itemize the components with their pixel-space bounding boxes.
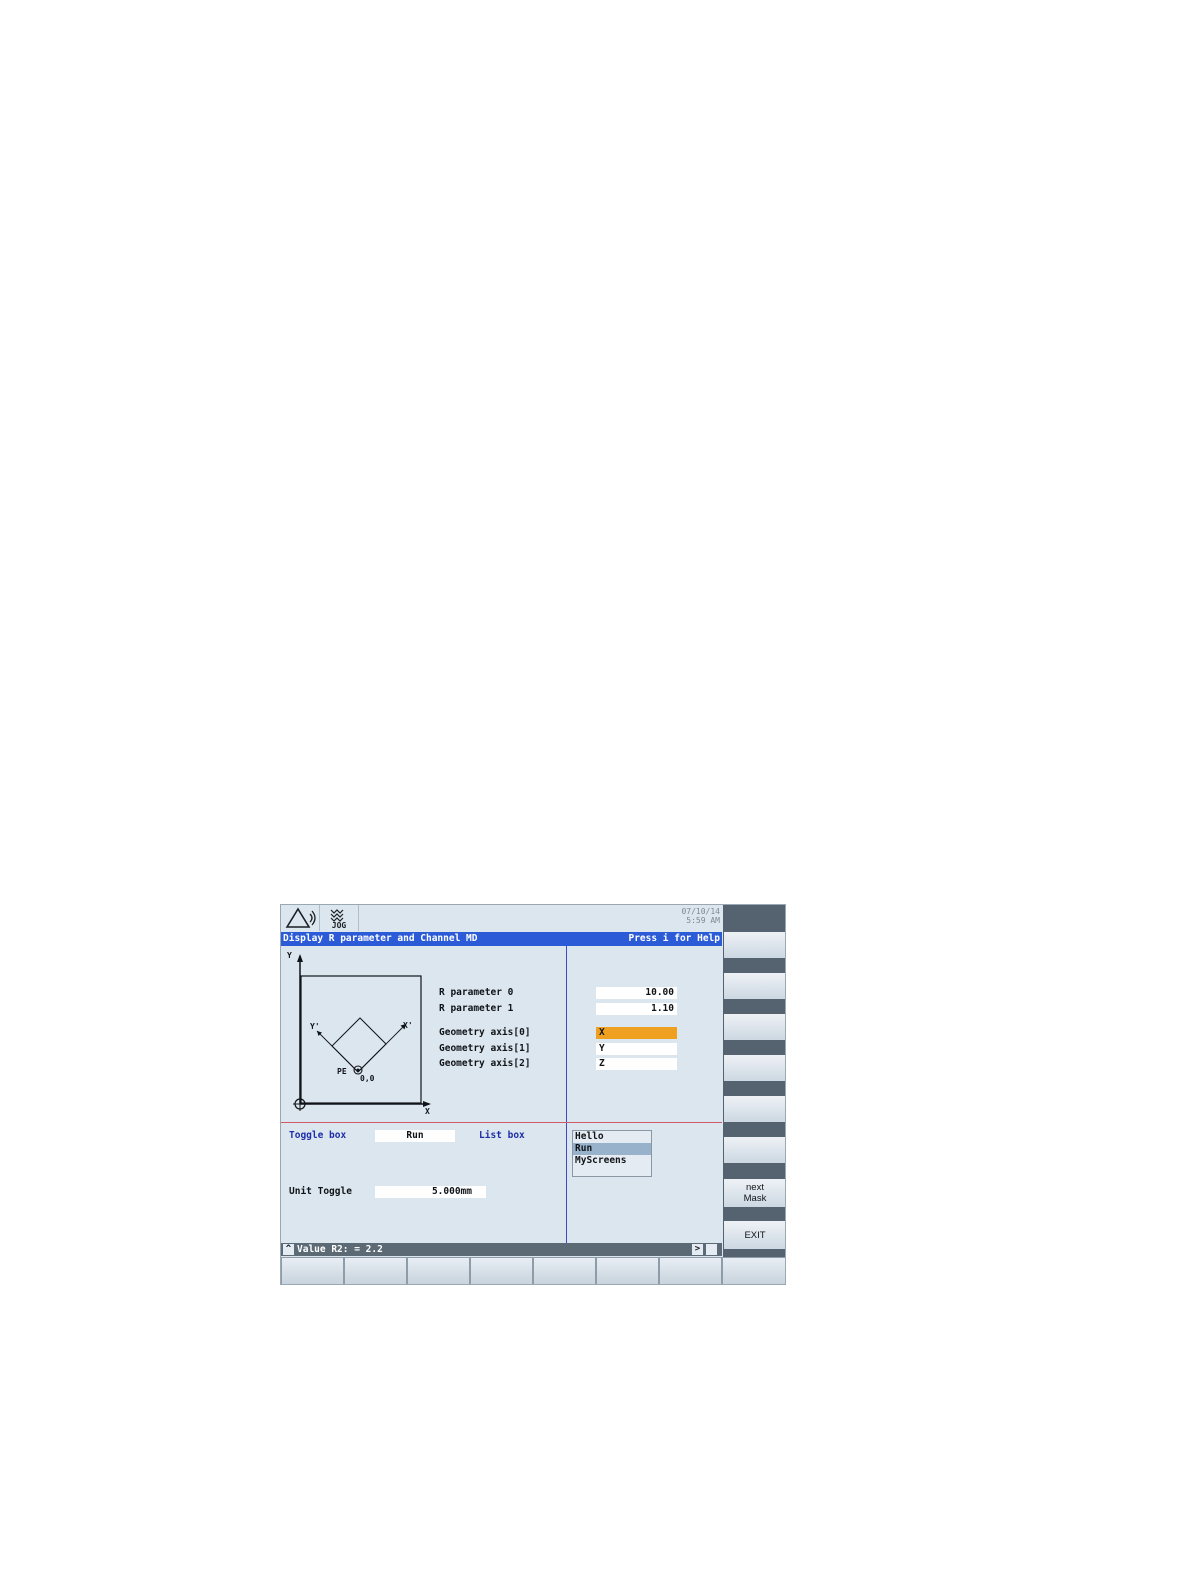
time-text: 5:59 AM: [686, 916, 720, 925]
list-item[interactable]: Hello: [573, 1131, 651, 1143]
content-area: Y X Y' X' PE 0,0 R parameter 0 R paramet…: [281, 946, 722, 1243]
horizontal-softkey-5[interactable]: [533, 1257, 596, 1284]
status-message: Value R2: = 2.2: [297, 1244, 383, 1255]
geometry-axis-0-label: Geometry axis[0]: [439, 1027, 531, 1038]
horizontal-softkey-3[interactable]: [407, 1257, 470, 1284]
y-axis-label: Y: [287, 951, 292, 960]
vertical-softkey-5[interactable]: [724, 1096, 785, 1122]
horizontal-softkey-1[interactable]: [281, 1257, 344, 1284]
x-axis-label: X: [425, 1107, 430, 1116]
status-next-button[interactable]: >: [692, 1244, 703, 1255]
list-box[interactable]: Hello Run MyScreens: [572, 1130, 652, 1177]
geometry-axis-1-label: Geometry axis[1]: [439, 1043, 531, 1054]
exit-softkey[interactable]: EXIT: [724, 1221, 785, 1249]
coordinate-diagram: [293, 954, 431, 1111]
date-text: 07/10/14: [681, 907, 720, 916]
vertical-softkey-6[interactable]: [724, 1137, 785, 1163]
geometry-axis-2-field[interactable]: Z: [596, 1058, 677, 1070]
r-param-0-field[interactable]: 10.00: [596, 987, 677, 999]
list-box-label: List box: [479, 1130, 525, 1141]
horizontal-softkey-4[interactable]: [470, 1257, 533, 1284]
horizontal-softkey-2[interactable]: [344, 1257, 407, 1284]
next-mask-label: next Mask: [743, 1182, 767, 1204]
geometry-axis-2-label: Geometry axis[2]: [439, 1058, 531, 1069]
vertical-softkey-2[interactable]: [724, 973, 785, 999]
datetime: 07/10/14 5:59 AM: [660, 907, 720, 925]
exit-label: EXIT: [744, 1229, 766, 1241]
status-aux-button[interactable]: [706, 1244, 717, 1255]
vertical-softkey-4[interactable]: [724, 1055, 785, 1081]
scroll-up-button[interactable]: ^: [283, 1244, 294, 1255]
jog-mode-icon: [330, 909, 344, 922]
header-bar: JOG 07/10/14 5:59 AM: [281, 905, 722, 932]
x-prime-label: X': [403, 1021, 413, 1030]
list-item-selected[interactable]: Run: [573, 1143, 651, 1155]
vertical-softkey-3[interactable]: [724, 1014, 785, 1040]
alarm-triangle-icon: [285, 907, 316, 928]
next-mask-softkey[interactable]: next Mask: [724, 1179, 785, 1207]
jog-mode-box[interactable]: JOG: [320, 905, 359, 931]
origin-label: 0,0: [360, 1074, 375, 1083]
toggle-box-label: Toggle box: [289, 1130, 347, 1141]
hmi-screen: JOG 07/10/14 5:59 AM Display R parameter…: [280, 904, 786, 1285]
horizontal-softkey-7[interactable]: [659, 1257, 722, 1284]
horizontal-softkey-6[interactable]: [596, 1257, 659, 1284]
mode-label: JOG: [331, 921, 347, 930]
help-hint: Press i for Help: [628, 933, 720, 944]
r-param-1-label: R parameter 1: [439, 1003, 514, 1014]
y-prime-label: Y': [310, 1022, 320, 1031]
vertical-divider: [566, 946, 567, 1243]
pe-label: PE: [337, 1067, 347, 1076]
geometry-axis-0-field[interactable]: X: [596, 1027, 677, 1039]
status-bar: ^ Value R2: = 2.2 >: [281, 1243, 722, 1256]
page-title: Display R parameter and Channel MD: [283, 933, 478, 944]
vertical-softkey-1[interactable]: [724, 932, 785, 958]
unit-toggle-label: Unit Toggle: [289, 1186, 352, 1197]
r-param-0-label: R parameter 0: [439, 987, 514, 998]
horizontal-divider: [281, 1122, 722, 1123]
horizontal-softkey-8[interactable]: [722, 1257, 785, 1284]
toggle-box[interactable]: Run: [375, 1130, 455, 1142]
alarm-icon-box[interactable]: [281, 905, 320, 931]
title-bar: Display R parameter and Channel MD Press…: [281, 932, 722, 946]
list-item[interactable]: MyScreens: [573, 1155, 651, 1167]
geometry-axis-1-field[interactable]: Y: [596, 1043, 677, 1055]
r-param-1-field[interactable]: 1.10: [596, 1003, 677, 1015]
unit-toggle-field[interactable]: 5.000mm: [375, 1186, 486, 1198]
